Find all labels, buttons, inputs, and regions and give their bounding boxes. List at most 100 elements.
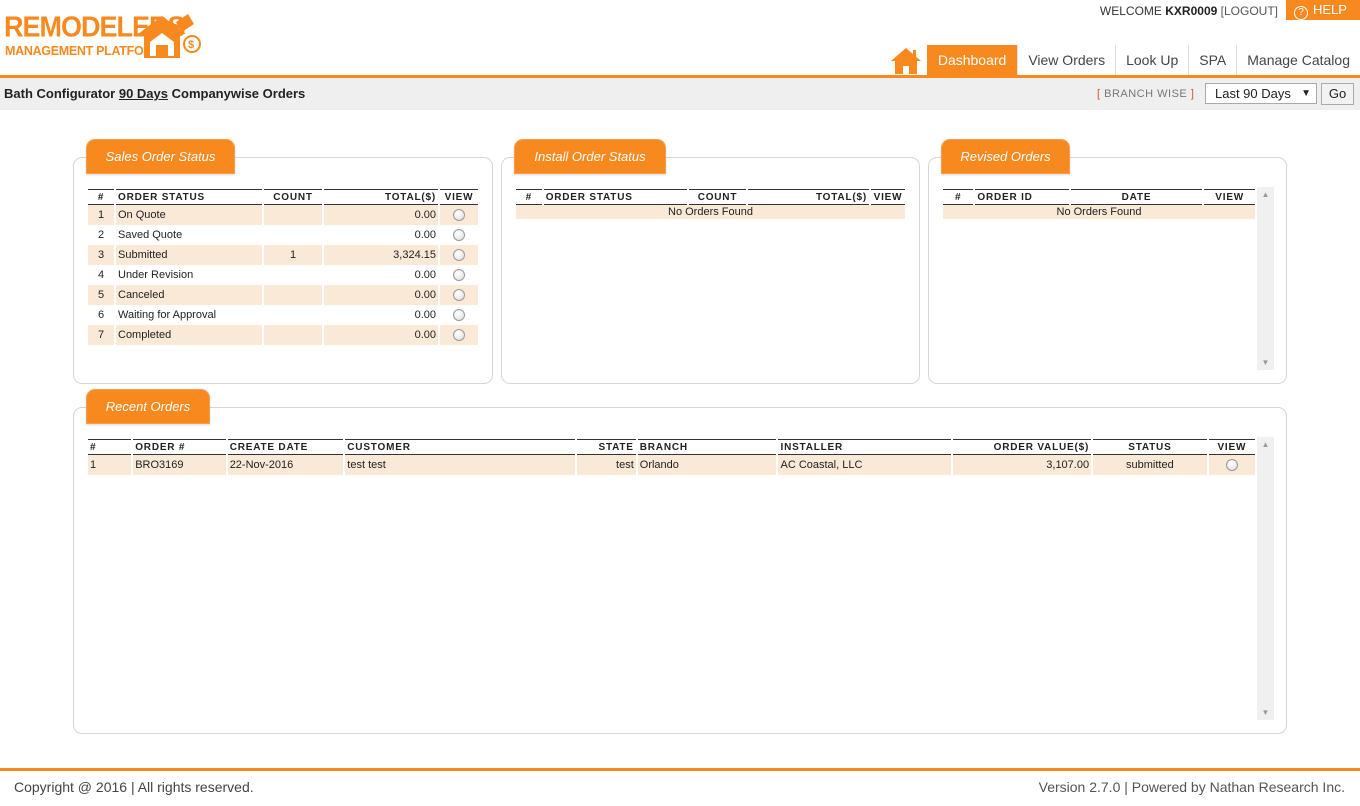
row-status: Waiting for Approval (118, 309, 217, 321)
logout-link[interactable]: LOGOUT (1224, 4, 1275, 18)
row-status: Canceled (116, 285, 262, 305)
col-header-count: COUNT (688, 189, 747, 205)
col-header-state: STATE (577, 439, 636, 455)
col-header-view: VIEW (1208, 439, 1255, 455)
row-total: 0.00 (414, 229, 436, 241)
version-text: Version 2.7.0 | Powered by Nathan Resear… (1038, 779, 1345, 795)
row-branch: Orlando (637, 455, 777, 475)
recent-scrollbar[interactable]: ▲ ▼ (1257, 437, 1274, 720)
row-count (264, 265, 322, 285)
empty-message: No Orders Found (516, 205, 905, 219)
period-select[interactable]: Last 90 Days ▼ (1205, 83, 1317, 104)
main-nav: Dashboard View Orders Look Up SPA Manage… (885, 45, 1360, 75)
col-header-count: COUNT (264, 189, 322, 205)
row-total: 0.00 (414, 269, 436, 281)
view-radio[interactable] (453, 329, 465, 342)
view-radio[interactable] (453, 309, 465, 322)
col-header-date: DATE (1070, 189, 1203, 205)
col-header-view: VIEW (870, 189, 905, 205)
row-num: 7 (88, 325, 114, 345)
table-row: 3 Submitted 1 3,324.15 (88, 245, 478, 265)
row-status: submitted (1093, 455, 1207, 475)
row-total: 0.00 (324, 325, 438, 345)
empty-message: No Orders Found (943, 205, 1255, 219)
welcome-label: WELCOME (1099, 4, 1162, 18)
row-total: 0.00 (324, 285, 438, 305)
home-button[interactable] (885, 45, 927, 75)
row-status: Completed (116, 325, 262, 345)
tab-spa[interactable]: SPA (1188, 45, 1236, 75)
col-header-total: TOTAL($) (748, 189, 869, 205)
view-radio[interactable] (453, 269, 465, 282)
sales-order-panel-title: Sales Order Status (86, 139, 235, 174)
branch-wise-link[interactable]: [ BRANCH WISE ] (1097, 88, 1194, 100)
period-link[interactable]: 90 Days (119, 86, 168, 101)
row-count: 1 (264, 245, 322, 265)
row-customer: test test (345, 455, 576, 475)
question-icon: ? (1294, 6, 1308, 20)
table-header: # ORDER STATUS COUNT TOTAL($) VIEW (516, 189, 905, 205)
user-id: KXR0009 (1165, 4, 1218, 18)
col-header-order-status: ORDER STATUS (543, 189, 687, 205)
view-radio[interactable] (453, 249, 465, 262)
scroll-up-icon[interactable]: ▲ (1257, 440, 1274, 449)
row-state: test (577, 455, 636, 475)
recent-orders-table: # ORDER # CREATE DATE CUSTOMER STATE BRA… (86, 439, 1257, 475)
col-header-num: # (88, 189, 114, 205)
col-header-view: VIEW (1204, 189, 1255, 205)
row-count (264, 285, 322, 305)
svg-text:$: $ (188, 39, 194, 51)
header: REMODELERS MANAGEMENT PLATFORM $ WELCOME… (0, 0, 1360, 78)
table-row: No Orders Found (516, 205, 905, 219)
row-order-value: 3,107.00 (953, 455, 1092, 475)
view-radio[interactable] (453, 209, 465, 222)
install-order-panel-title: Install Order Status (514, 139, 666, 174)
help-label: HELP (1313, 2, 1347, 17)
row-status: Saved Quote (118, 229, 183, 241)
row-total: 0.00 (414, 309, 436, 321)
col-header-num: # (516, 189, 542, 205)
table-row: 6 Waiting for Approval 0.00 (88, 305, 478, 325)
row-num: 5 (88, 285, 114, 305)
scroll-down-icon[interactable]: ▼ (1257, 708, 1274, 717)
install-order-table: # ORDER STATUS COUNT TOTAL($) VIEW No Or… (514, 189, 907, 219)
table-row: 5 Canceled 0.00 (88, 285, 478, 305)
table-header: # ORDER STATUS COUNT TOTAL($) VIEW (88, 189, 478, 205)
revised-scrollbar[interactable]: ▲ ▼ (1257, 187, 1274, 370)
view-radio[interactable] (1225, 459, 1238, 472)
chevron-down-icon: ▼ (1301, 88, 1311, 99)
scroll-up-icon[interactable]: ▲ (1257, 190, 1274, 199)
tab-look-up[interactable]: Look Up (1115, 45, 1188, 75)
sales-order-table: # ORDER STATUS COUNT TOTAL($) VIEW 1 On … (86, 189, 480, 345)
period-select-value: Last 90 Days (1215, 86, 1291, 101)
row-count (264, 225, 322, 245)
table-row: 2 Saved Quote 0.00 (88, 225, 478, 245)
title-suffix: Companywise Orders (171, 86, 306, 101)
row-count (264, 325, 322, 345)
logo[interactable]: REMODELERS MANAGEMENT PLATFORM $ (4, 11, 204, 64)
view-radio[interactable] (453, 289, 465, 302)
row-num: 6 (97, 309, 105, 321)
row-count (264, 305, 322, 325)
page-title: Bath Configurator 90 Days Companywise Or… (4, 86, 305, 101)
scroll-down-icon[interactable]: ▼ (1257, 358, 1274, 367)
col-header-num: # (88, 439, 132, 455)
row-count (264, 205, 322, 225)
table-row: 7 Completed 0.00 (88, 325, 478, 345)
col-header-order-id: ORDER ID (975, 189, 1069, 205)
revised-orders-panel-title: Revised Orders (941, 139, 1070, 174)
row-num: 2 (97, 229, 105, 241)
tab-view-orders[interactable]: View Orders (1017, 45, 1115, 75)
row-num: 4 (97, 269, 105, 281)
col-header-customer: CUSTOMER (345, 439, 576, 455)
row-status: Under Revision (118, 269, 194, 281)
help-button[interactable]: ? HELP (1286, 0, 1360, 20)
tab-dashboard[interactable]: Dashboard (926, 45, 1018, 75)
go-button[interactable]: Go (1321, 83, 1354, 105)
welcome-text: WELCOME KXR0009 [LOGOUT] (1099, 4, 1278, 18)
branch-wise-label: BRANCH WISE (1104, 88, 1188, 100)
view-radio[interactable] (453, 229, 465, 242)
title-prefix: Bath Configurator (4, 86, 116, 101)
tab-manage-catalog[interactable]: Manage Catalog (1236, 45, 1360, 75)
row-installer: AC Coastal, LLC (778, 455, 952, 475)
